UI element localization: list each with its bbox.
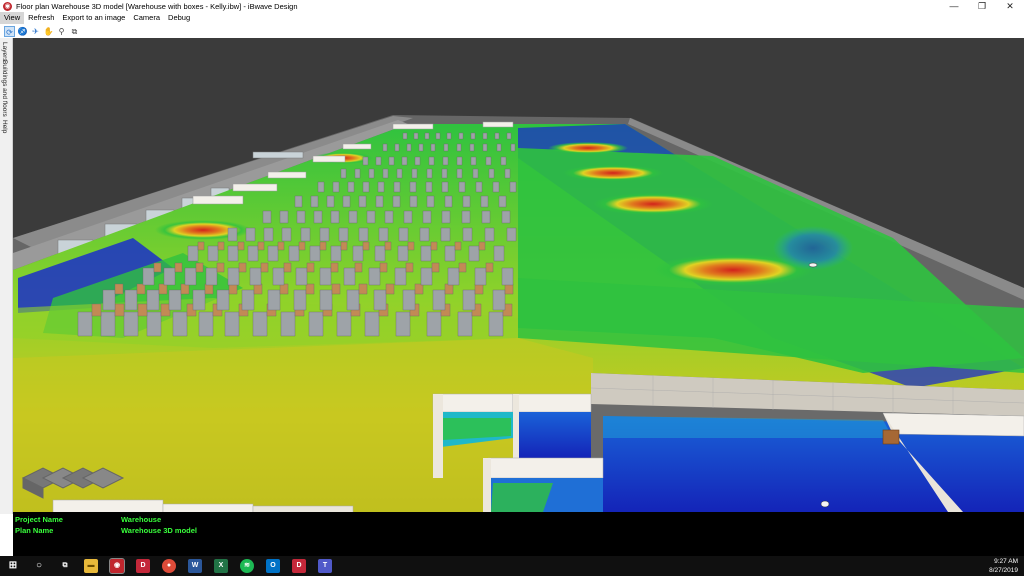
plan-name-label: Plan Name — [15, 526, 54, 535]
teams-icon[interactable]: T — [318, 559, 332, 573]
zoom-window-icon[interactable]: ⧉ — [69, 26, 80, 37]
close-button[interactable]: ✕ — [996, 0, 1024, 12]
view-toolbar: ⟳ ♐ ✈ ✋ ⚲ ⧉ — [0, 24, 1024, 38]
spotify-icon[interactable]: ≋ — [240, 559, 254, 573]
task-view-icon[interactable]: ⧉ — [58, 559, 72, 573]
menu-view[interactable]: View — [0, 12, 25, 24]
pan-hand-icon[interactable]: ✋ — [43, 26, 54, 37]
menu-refresh[interactable]: Refresh — [24, 12, 58, 24]
system-clock[interactable]: 9:27 AM 8/27/2019 — [989, 557, 1018, 575]
red-app-icon-2[interactable]: D — [292, 559, 306, 573]
zoom-icon[interactable]: ⚲ — [56, 26, 67, 37]
window-controls: — ❐ ✕ — [940, 0, 1024, 12]
side-tab-help[interactable]: Help — [1, 120, 8, 133]
title-bar: ◉ Floor plan Warehouse 3D model [Warehou… — [0, 0, 1024, 12]
restore-button[interactable]: ❐ — [968, 0, 996, 12]
ibwave-app-icon[interactable]: ◉ — [3, 1, 12, 11]
side-tab-buildings-floors[interactable]: Buildings and floors — [1, 60, 8, 117]
clock-time: 9:27 AM — [994, 558, 1018, 565]
plan-name-value: Warehouse 3D model — [121, 526, 197, 535]
fly-tool-icon[interactable]: ✈ — [30, 26, 41, 37]
project-name-label: Project Name — [15, 515, 63, 524]
menu-bar: View Refresh Export to an image Camera D… — [0, 12, 1024, 24]
side-tab-layers[interactable]: Layers — [1, 42, 8, 62]
side-panel: Layers Buildings and floors Help — [0, 38, 13, 514]
menu-debug[interactable]: Debug — [164, 12, 194, 24]
3d-viewport[interactable] — [13, 38, 1024, 512]
chrome-icon[interactable]: ● — [162, 559, 176, 573]
red-app-icon[interactable]: D — [136, 559, 150, 573]
walk-tool-icon[interactable]: ♐ — [17, 26, 28, 37]
warehouse-3d-scene[interactable] — [13, 38, 1024, 512]
ibwave-taskbar-icon[interactable]: ◉ — [109, 558, 125, 574]
menu-export-image[interactable]: Export to an image — [58, 12, 129, 24]
file-explorer-icon[interactable]: ▬ — [84, 559, 98, 573]
orbit-tool-icon[interactable]: ⟳ — [4, 25, 15, 37]
info-panel: Project Name Warehouse Plan Name Warehou… — [13, 512, 1024, 556]
clock-date: 8/27/2019 — [989, 567, 1018, 574]
minimize-button[interactable]: — — [940, 0, 968, 12]
outlook-icon[interactable]: O — [266, 559, 280, 573]
excel-icon[interactable]: X — [214, 559, 228, 573]
windows-start-icon[interactable]: ⊞ — [6, 559, 20, 573]
project-name-value: Warehouse — [121, 515, 162, 524]
window-title: Floor plan Warehouse 3D model [Warehouse… — [16, 1, 298, 11]
menu-camera[interactable]: Camera — [129, 12, 164, 24]
word-icon[interactable]: W — [188, 559, 202, 573]
windows-taskbar: ⊞ ○ ⧉ ▬ ◉ D ● W X ≋ O D T 9:27 AM 8/27/2… — [0, 556, 1024, 576]
search-circle-icon[interactable]: ○ — [32, 559, 46, 573]
